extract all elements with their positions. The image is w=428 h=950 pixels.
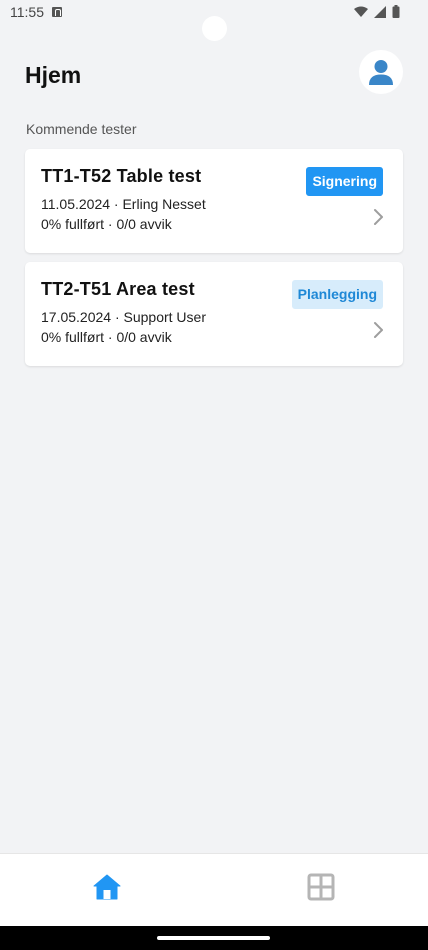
chevron-right-icon	[374, 322, 383, 338]
profile-button[interactable]	[359, 50, 403, 94]
test-meta: 11.05.2024 · Erling Nesset	[41, 196, 206, 212]
home-indicator[interactable]	[157, 936, 270, 940]
test-progress: 0% fullført · 0/0 avvik	[41, 216, 172, 232]
section-label: Kommende tester	[26, 121, 137, 137]
test-card[interactable]: TT2-T51 Area test 17.05.2024 · Support U…	[25, 262, 403, 366]
system-status-icons	[354, 5, 400, 18]
notification-icon	[52, 7, 62, 17]
person-icon	[369, 60, 393, 85]
status-time: 11:55	[10, 4, 44, 20]
test-title: TT1-T52 Table test	[41, 166, 202, 186]
signal-icon	[374, 5, 386, 18]
wifi-icon	[354, 6, 368, 17]
test-title: TT2-T51 Area test	[41, 279, 195, 299]
home-icon	[93, 874, 121, 900]
status-badge: Signering	[306, 167, 383, 196]
gesture-bar	[0, 926, 428, 950]
chevron-right-icon	[374, 209, 383, 225]
test-meta: 17.05.2024 · Support User	[41, 309, 206, 325]
battery-icon	[392, 5, 400, 18]
status-badge: Planlegging	[291, 280, 383, 309]
test-card[interactable]: TT1-T52 Table test 11.05.2024 · Erling N…	[25, 149, 403, 253]
bottom-navigation	[0, 853, 428, 926]
grid-icon	[307, 873, 335, 901]
app-screen: 11:55 Hjem Kommende tester TT1-T52 Table…	[0, 0, 428, 950]
nav-grid-button[interactable]	[306, 872, 336, 902]
camera-cutout	[202, 16, 227, 41]
nav-home-button[interactable]	[92, 872, 122, 902]
test-progress: 0% fullført · 0/0 avvik	[41, 329, 172, 345]
page-title: Hjem	[25, 62, 82, 88]
